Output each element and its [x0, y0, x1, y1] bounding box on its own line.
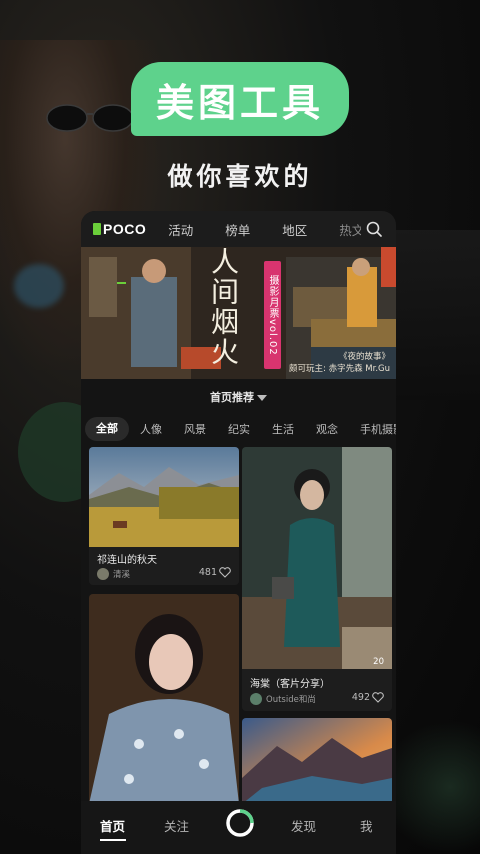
banner-title: 人间烟火	[207, 247, 240, 367]
like-button[interactable]: 492	[352, 692, 384, 703]
card-photo-landscape	[89, 447, 239, 547]
like-count: 481	[198, 567, 217, 578]
like-button[interactable]: 481	[199, 567, 231, 578]
card-title: 祁连山的秋天	[97, 555, 157, 566]
category-documentary[interactable]: 纪实	[217, 421, 261, 437]
heart-icon	[219, 567, 231, 578]
background-blur-blue	[14, 264, 64, 308]
avatar	[250, 693, 262, 705]
search-icon[interactable]	[366, 221, 382, 237]
caret-down-icon	[257, 394, 267, 401]
feed-card-landscape[interactable]: 祁连山的秋天 清溪 481	[89, 447, 239, 585]
phone-screen: POCO 活动 榜单 地区 热文 人间烟火 摄影月票vol.02 《夜的故事》 …	[81, 211, 396, 854]
feed-card-mountain[interactable]	[242, 718, 392, 804]
feed-card-portrait[interactable]	[89, 594, 239, 804]
like-count: 492	[351, 692, 370, 703]
card-photo-portrait	[89, 594, 239, 804]
active-tab-indicator	[100, 839, 126, 841]
logo-text: POCO	[103, 221, 147, 237]
tab-discover[interactable]: 发现	[291, 816, 316, 835]
promo-subline: 做你喜欢的	[167, 162, 313, 191]
bottom-tab-bar: 首页 关注 发现 我	[81, 801, 396, 854]
banner-caption-title: 《夜的故事》	[338, 352, 390, 362]
poco-logo: POCO	[93, 221, 146, 237]
card-photo-mountain	[242, 718, 392, 804]
camera-button-icon[interactable]	[225, 808, 255, 838]
category-life[interactable]: 生活	[261, 421, 305, 437]
top-tabs: 活动 榜单 地区 热文	[168, 220, 361, 239]
heart-icon	[372, 692, 384, 703]
section-label: 首页推荐	[210, 390, 254, 404]
tab-activities[interactable]: 活动	[168, 220, 225, 239]
section-selector[interactable]: 首页推荐	[81, 379, 396, 414]
featured-banner[interactable]: 人间烟火 摄影月票vol.02 《夜的故事》 颇可玩主: 赤字先森 Mr.Gu	[81, 247, 396, 379]
photo-count: 20	[373, 657, 384, 667]
card-photo-qipao	[242, 447, 392, 669]
card-author-name: Outside和尚	[266, 695, 316, 705]
banner-accent	[117, 282, 126, 284]
category-concept[interactable]: 观念	[305, 421, 349, 437]
background-sunglasses	[46, 104, 134, 132]
banner-caption-host: 颇可玩主: 赤字先森 Mr.Gu	[289, 364, 390, 374]
tab-hot[interactable]: 热文	[339, 220, 361, 239]
category-all[interactable]: 全部	[85, 417, 129, 441]
category-portrait[interactable]: 人像	[129, 421, 173, 437]
tab-rankings[interactable]: 榜单	[225, 220, 282, 239]
card-author[interactable]: Outside和尚	[250, 693, 316, 705]
category-mobile[interactable]: 手机摄影	[349, 421, 396, 437]
tab-following[interactable]: 关注	[164, 816, 189, 835]
banner-caption: 《夜的故事》 颇可玩主: 赤字先森 Mr.Gu	[289, 351, 390, 375]
banner-badge: 摄影月票vol.02	[264, 261, 281, 369]
tab-home[interactable]: 首页	[100, 816, 125, 835]
category-tabs: 全部 人像 风景 纪实 生活 观念 手机摄影	[81, 414, 396, 444]
card-author[interactable]: 清溪	[97, 568, 130, 580]
tab-me[interactable]: 我	[360, 816, 373, 835]
feed-card-qipao[interactable]: 20 海棠（客片分享） Outside和尚 492	[242, 447, 392, 711]
promo-headline: 美图工具	[131, 62, 349, 136]
tab-region[interactable]: 地区	[282, 220, 339, 239]
avatar	[97, 568, 109, 580]
top-navigation: POCO 活动 榜单 地区 热文	[81, 211, 396, 247]
card-author-name: 清溪	[113, 570, 131, 580]
card-title: 海棠（客片分享）	[250, 679, 330, 690]
category-landscape[interactable]: 风景	[173, 421, 217, 437]
logo-mark-icon	[93, 223, 101, 235]
